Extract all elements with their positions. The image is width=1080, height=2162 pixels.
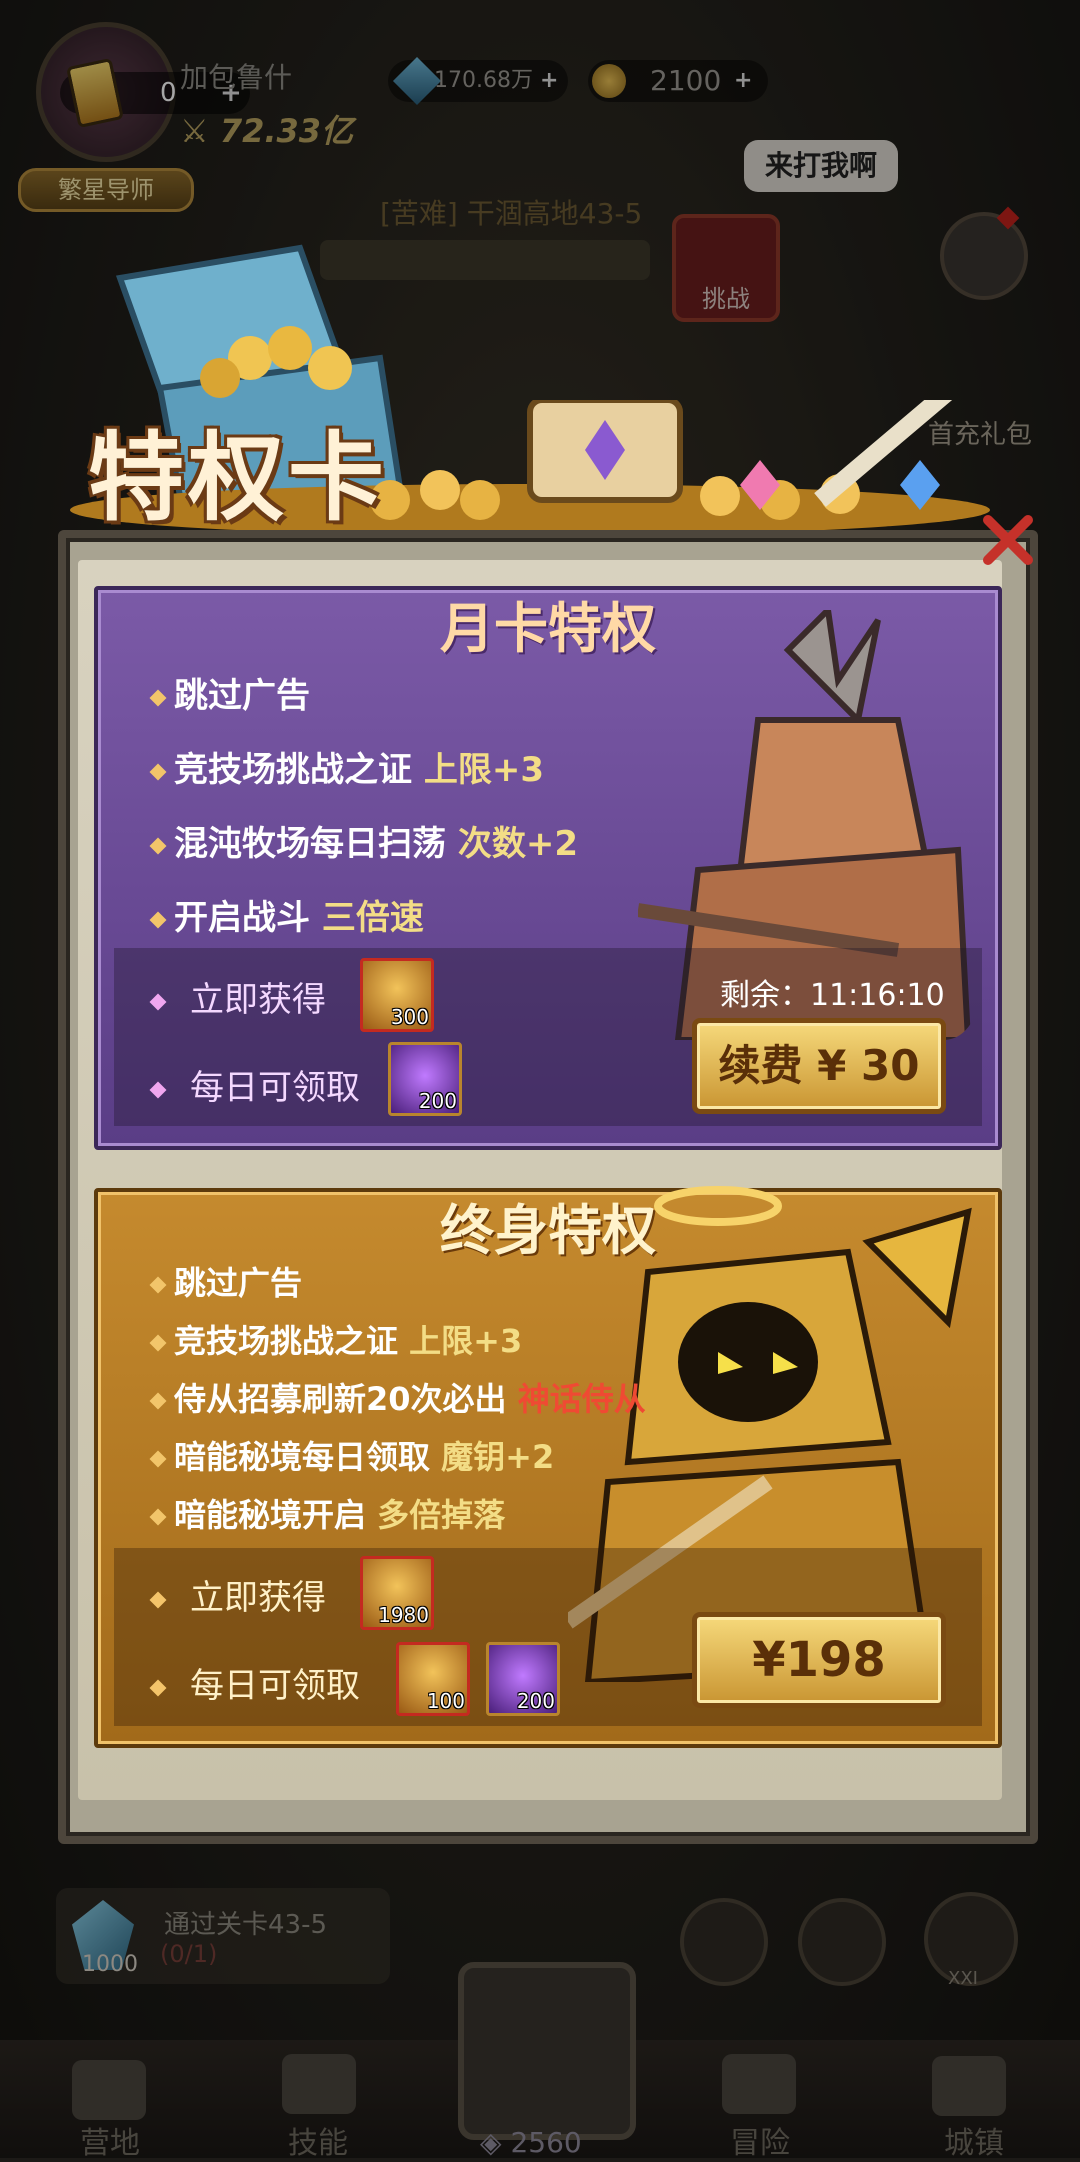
purple-flame-icon[interactable]: 200	[388, 1042, 462, 1116]
gold-skull-coin-icon[interactable]: 100	[396, 1642, 470, 1716]
diamond-bullet-icon	[149, 911, 167, 928]
lifetime-feature: 侍从招募刷新20次必出 神话侍从	[149, 1374, 646, 1420]
item-qty: 300	[390, 1005, 429, 1029]
item-qty: 200	[418, 1089, 457, 1113]
buy-lifetime-button[interactable]: ¥198	[692, 1612, 946, 1708]
purple-flame-icon[interactable]: 200	[486, 1642, 560, 1716]
monthly-feature: 竞技场挑战之证 上限+3	[149, 742, 544, 791]
modal-title: 特权卡	[88, 422, 388, 534]
item-qty: 1980	[378, 1603, 429, 1627]
diamond-bullet-icon	[149, 763, 167, 780]
monthly-card-panel: 月卡特权 跳过广告 竞技场挑战之证 上限+3 混沌牧场每日扫荡 次数+2 开启战…	[94, 586, 1002, 1150]
diamond-bullet-icon	[149, 1276, 167, 1294]
diamond-bullet-icon	[149, 689, 167, 706]
lifetime-daily-reward: 每日可领取	[149, 1658, 360, 1707]
diamond-bullet-icon	[149, 1450, 167, 1468]
monthly-feature: 开启战斗 三倍速	[149, 890, 424, 939]
diamond-bullet-icon	[149, 1591, 167, 1608]
lifetime-feature: 暗能秘境每日领取 魔钥+2	[149, 1432, 554, 1478]
monthly-daily-reward: 每日可领取	[149, 1060, 360, 1109]
lifetime-instant-reward: 立即获得	[149, 1570, 326, 1619]
diamond-bullet-icon	[149, 1679, 167, 1696]
diamond-bullet-icon	[149, 1334, 167, 1352]
renew-monthly-button[interactable]: 续费 ¥ 30	[692, 1018, 946, 1114]
close-icon[interactable]	[980, 512, 1036, 568]
diamond-bullet-icon	[149, 993, 167, 1010]
lifetime-feature: 竞技场挑战之证 上限+3	[149, 1316, 522, 1362]
gold-skull-coin-icon[interactable]: 1980	[360, 1556, 434, 1630]
item-qty: 100	[426, 1689, 465, 1713]
diamond-bullet-icon	[149, 1081, 167, 1098]
monthly-instant-reward: 立即获得	[149, 972, 326, 1021]
gold-skull-coin-icon[interactable]: 300	[360, 958, 434, 1032]
monthly-feature: 跳过广告	[149, 668, 310, 717]
remaining-time: 剩余：11:16:10	[720, 978, 945, 1013]
lifetime-feature: 跳过广告	[149, 1258, 302, 1304]
monthly-feature: 混沌牧场每日扫荡 次数+2	[149, 816, 578, 865]
diamond-bullet-icon	[149, 837, 167, 854]
lifetime-feature: 暗能秘境开启 多倍掉落	[149, 1490, 505, 1536]
item-qty: 200	[516, 1689, 555, 1713]
diamond-bullet-icon	[149, 1392, 167, 1410]
diamond-bullet-icon	[149, 1508, 167, 1526]
lifetime-card-panel: 终身特权 跳过广告 竞技场挑战之证 上限+3 侍从招募刷新20次必出 神话侍从 …	[94, 1186, 1002, 1748]
